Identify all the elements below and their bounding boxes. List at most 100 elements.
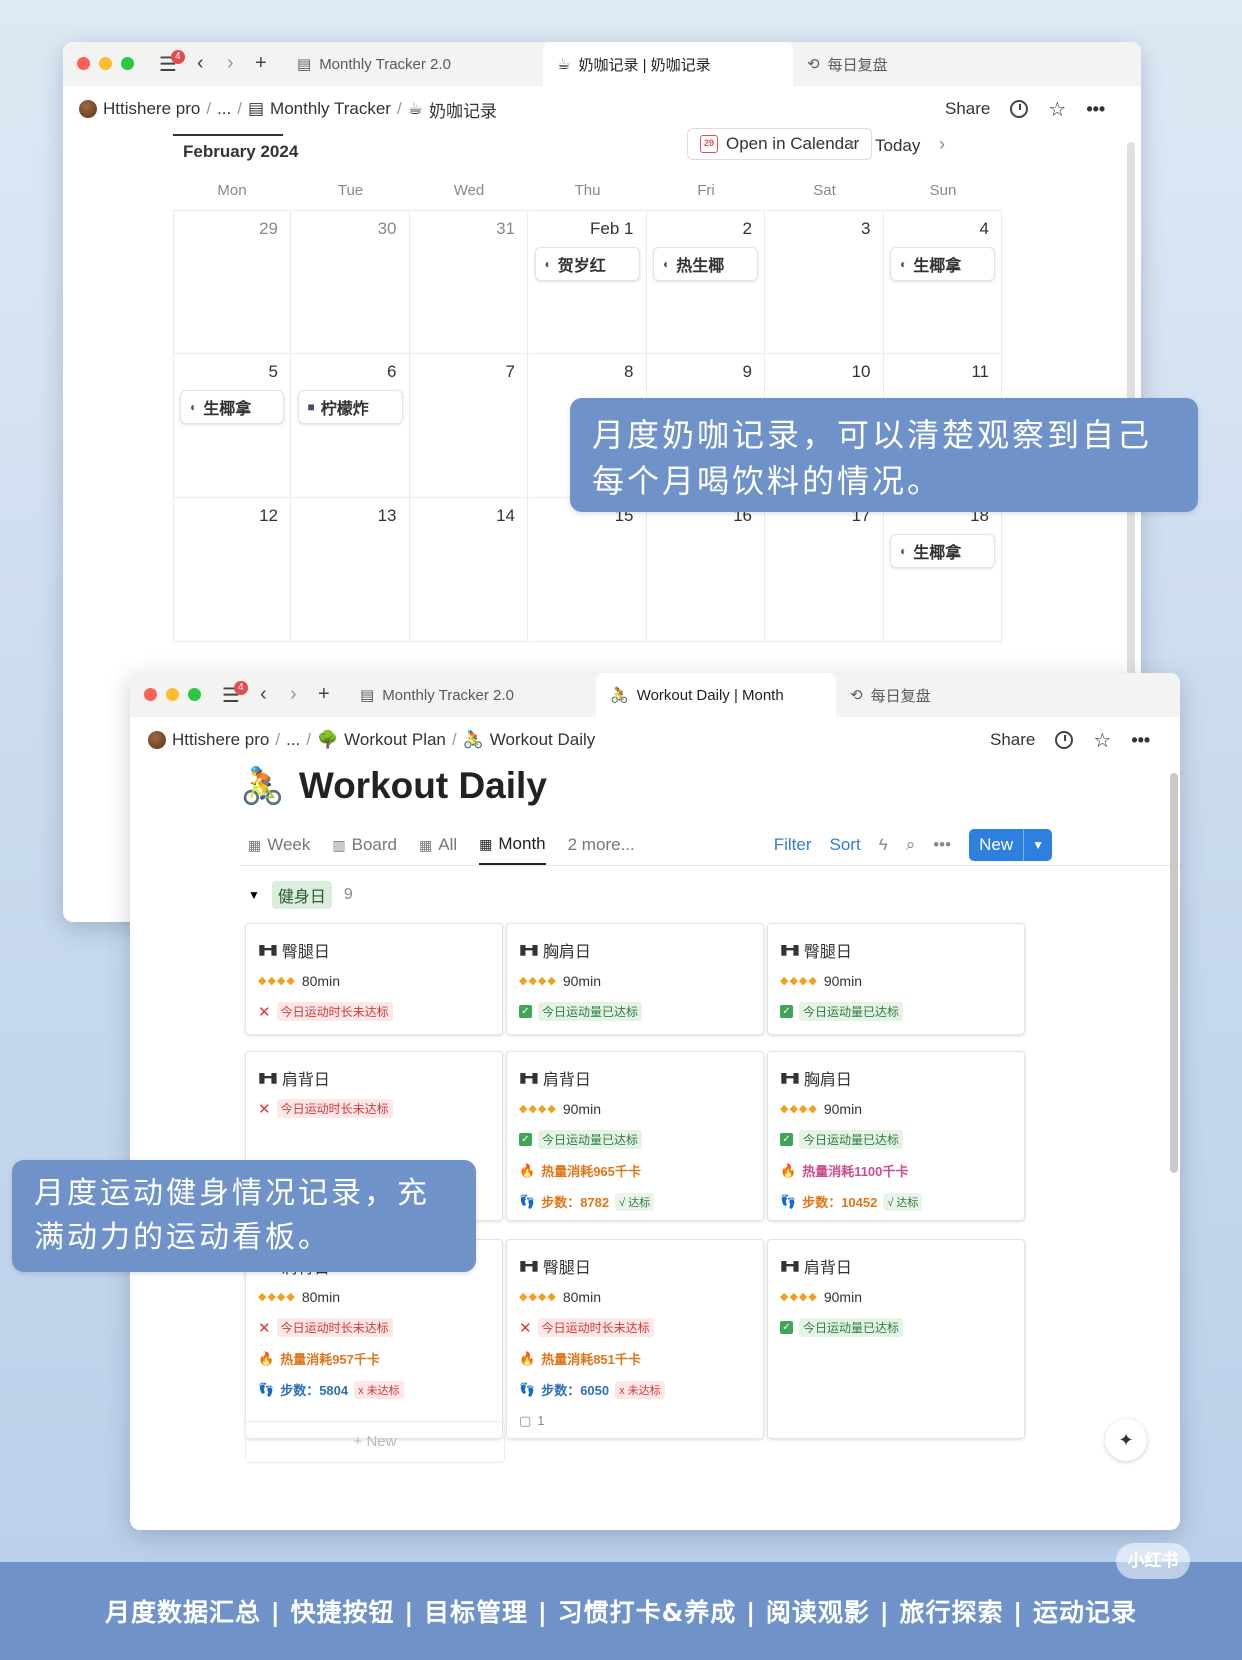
add-new-card[interactable]: + New [245, 1421, 505, 1463]
close-window-button[interactable] [144, 688, 157, 701]
tab-daily-review[interactable]: ⟲ 每日复盘 [793, 42, 993, 86]
calendar-day-cell[interactable]: 15 [528, 498, 647, 642]
calendar-event[interactable]: ◐ 生椰拿 [890, 534, 995, 568]
previous-month-icon[interactable]: ‹ [849, 134, 855, 155]
chevron-down-icon[interactable]: ▼ [1023, 829, 1052, 861]
next-month-icon[interactable]: › [939, 134, 945, 155]
footprints-icon: 👣 [519, 1381, 536, 1397]
rating-diamonds-icon: ◆◆◆◆ [780, 1291, 818, 1303]
forward-arrow-icon[interactable]: › [290, 683, 297, 706]
zoom-window-button[interactable] [121, 57, 134, 70]
workout-card[interactable]: ▮━▮ 胸肩日 ◆◆◆◆ 90min ✓ 今日运动量已达标 [506, 923, 764, 1035]
calendar-day-cell[interactable]: 13 [291, 498, 410, 642]
tab-workout-daily[interactable]: 🚴 Workout Daily | Month [596, 673, 836, 717]
share-button[interactable]: Share [945, 99, 990, 119]
grid-icon: ▦ [419, 836, 433, 853]
back-arrow-icon[interactable]: ‹ [260, 683, 267, 706]
forward-arrow-icon[interactable]: › [227, 52, 234, 75]
breadcrumb-separator: / [206, 99, 212, 118]
group-header[interactable]: ▼ 健身日 9 [248, 881, 353, 909]
status-badge: 今日运动量已达标 [799, 1318, 904, 1337]
open-in-calendar-button[interactable]: 29 Open in Calendar [687, 128, 873, 160]
tab-monthly-tracker[interactable]: ▤ Monthly Tracker 2.0 [283, 42, 543, 86]
workout-card[interactable]: ▮━▮ 臀腿日 ◆◆◆◆ 90min ✓ 今日运动量已达标 [767, 923, 1025, 1035]
calendar-day-cell[interactable]: 4 ◐ 生椰拿 [884, 210, 1002, 354]
calendar-day-cell[interactable]: 16 [647, 498, 765, 642]
back-arrow-icon[interactable]: ‹ [197, 52, 204, 75]
view-board[interactable]: ▥ Board [332, 825, 397, 865]
view-more[interactable]: 2 more... [568, 825, 635, 865]
calendar-event[interactable]: ◐ 贺岁红 [534, 247, 640, 281]
view-all[interactable]: ▦ All [419, 825, 457, 865]
calendar-event[interactable]: ■ 柠檬炸 [297, 390, 403, 424]
workout-card[interactable]: ▮━▮ 臀腿日 ◆◆◆◆ 80min ✕ 今日运动时长未达标 🔥 热量消耗851千卡 👣 步数：6… [506, 1239, 764, 1439]
calendar-day-cell[interactable]: 14 [410, 498, 528, 642]
weekday-label: Sat [813, 182, 836, 199]
close-window-button[interactable] [77, 57, 90, 70]
breadcrumb-ellipsis[interactable]: ... [217, 99, 231, 119]
filter-button[interactable]: Filter [774, 835, 812, 855]
calendar-day-cell[interactable]: 30 [291, 210, 410, 354]
status-badge: 今日运动时长未达标 [537, 1318, 654, 1337]
tab-coffee-log[interactable]: ☕ 奶咖记录 | 奶咖记录 [543, 42, 793, 86]
toggle-triangle-icon[interactable]: ▼ [248, 888, 260, 902]
calendar-day-cell[interactable]: 12 [173, 498, 291, 642]
sort-button[interactable]: Sort [830, 835, 861, 855]
workout-card[interactable]: ▮━▮ 肩背日 ◆◆◆◆ 90min ✓ 今日运动量已达标 🔥 热量消耗965千卡 👣 步数：87… [506, 1051, 764, 1221]
calendar-day-cell[interactable]: 17 [765, 498, 884, 642]
calendar-day-cell[interactable]: 3 [765, 210, 884, 354]
scrollbar[interactable] [1170, 773, 1178, 1173]
calendar-day-cell[interactable]: Feb 1 ◐ 贺岁红 [528, 210, 647, 354]
breadcrumb-coffee-log[interactable]: 奶咖记录 [429, 97, 497, 122]
calendar-day-cell[interactable]: 5 ◐ 生椰拿 [173, 354, 291, 498]
today-button[interactable]: Today [875, 136, 920, 156]
breadcrumb-monthly-tracker[interactable]: Monthly Tracker [270, 99, 391, 119]
breadcrumb-workspace[interactable]: Httishere pro [172, 730, 269, 750]
calendar-event[interactable]: ◐ 热生椰 [653, 247, 758, 281]
new-tab-icon[interactable]: + [255, 52, 267, 75]
history-clock-icon[interactable] [1055, 731, 1074, 749]
dumbbell-icon: ▮━▮ [519, 1257, 539, 1273]
calendar-event[interactable]: ◐ 生椰拿 [890, 247, 995, 281]
zoom-window-button[interactable] [188, 688, 201, 701]
calendar-day-cell[interactable]: 2 ◐ 热生椰 [647, 210, 765, 354]
history-clock-icon[interactable] [1010, 100, 1029, 118]
calendar-event[interactable]: ◐ 生椰拿 [180, 390, 284, 424]
calendar-day-cell[interactable]: 31 [410, 210, 528, 354]
status-badge: 今日运动量已达标 [538, 1002, 643, 1021]
favorite-star-icon[interactable]: ☆ [1093, 728, 1111, 753]
breadcrumb-ellipsis[interactable]: ... [286, 730, 300, 750]
calendar-day-cell[interactable]: 18 ◐ 生椰拿 [884, 498, 1002, 642]
notification-badge: 4 [234, 681, 248, 695]
automation-bolt-icon[interactable]: ϟ [879, 835, 888, 855]
more-options-icon[interactable]: ••• [1086, 99, 1105, 120]
tab-monthly-tracker[interactable]: ▤ Monthly Tracker 2.0 [346, 673, 596, 717]
workout-card[interactable]: ▮━▮ 臀腿日 ◆◆◆◆ 80min ✕ 今日运动时长未达标 [245, 923, 503, 1035]
view-month[interactable]: ▦ Month [479, 825, 546, 865]
page-actions: Share ☆ ••• [945, 90, 1105, 128]
breadcrumb-workspace[interactable]: Httishere pro [103, 99, 200, 119]
comment-icon[interactable]: ▢ [519, 1413, 531, 1429]
view-week[interactable]: ▦ Week [248, 825, 310, 865]
more-options-icon[interactable]: ••• [1131, 730, 1150, 751]
tab-daily-review[interactable]: ⟲ 每日复盘 [836, 673, 1036, 717]
workout-card[interactable]: ▮━▮ 肩背日 ◆◆◆◆ 90min ✓ 今日运动量已达标 [767, 1239, 1025, 1439]
breadcrumb-workout-daily[interactable]: Workout Daily [490, 730, 596, 750]
search-icon[interactable]: ⌕ [906, 835, 916, 855]
share-button[interactable]: Share [990, 730, 1035, 750]
calendar-day-cell[interactable]: 6 ■ 柠檬炸 [291, 354, 410, 498]
calories: 热量消耗957千卡 [280, 1352, 380, 1367]
new-button[interactable]: New ▼ [969, 829, 1052, 861]
minimize-window-button[interactable] [99, 57, 112, 70]
breadcrumb-workout-plan[interactable]: Workout Plan [344, 730, 446, 750]
new-tab-icon[interactable]: + [318, 683, 330, 706]
minimize-window-button[interactable] [166, 688, 179, 701]
calendar-day-cell[interactable]: 29 [173, 210, 291, 354]
favorite-star-icon[interactable]: ☆ [1048, 97, 1066, 122]
more-options-icon[interactable]: ••• [933, 835, 951, 855]
callout-coffee-text: 月度奶咖记录，可以清楚观察到自己每个月喝饮料的情况。 [592, 416, 1153, 501]
day-number: 4 [979, 219, 989, 238]
workout-card[interactable]: ▮━▮ 胸肩日 ◆◆◆◆ 90min ✓ 今日运动量已达标 🔥 热量消耗1100千卡 👣 步数：1… [767, 1051, 1025, 1221]
ai-sparkle-button[interactable]: ✦ [1105, 1419, 1147, 1461]
calendar-day-cell[interactable]: 7 [410, 354, 528, 498]
